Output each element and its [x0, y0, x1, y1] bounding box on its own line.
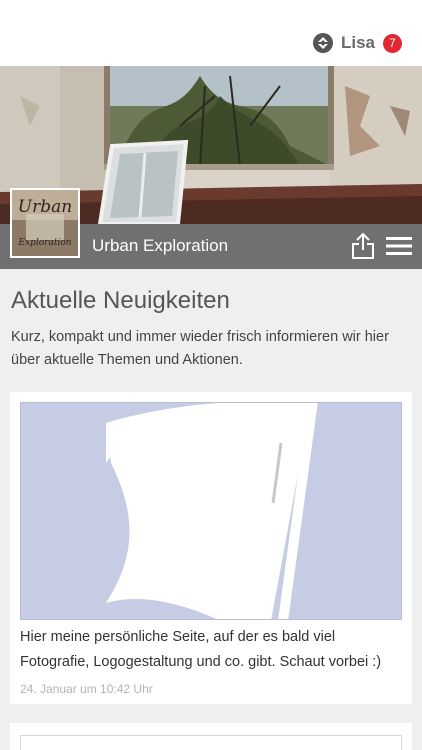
post-image[interactable]: [20, 735, 402, 750]
logo-text-urban: Urban: [18, 197, 72, 217]
app-logo-icon: [312, 33, 333, 53]
section-heading: Aktuelle Neuigkeiten: [11, 287, 230, 314]
app-logo: Urban Exploration: [10, 188, 80, 258]
user-name[interactable]: Lisa: [341, 33, 375, 53]
notification-badge[interactable]: 7: [383, 33, 402, 53]
news-post-card[interactable]: [10, 723, 412, 750]
logo-text-exploration: Exploration: [17, 238, 71, 248]
news-post-card[interactable]: Hier meine persönliche Seite, auf der es…: [10, 392, 412, 704]
post-text: Hier meine persönliche Seite, auf der es…: [20, 629, 382, 670]
hamburger-menu-icon[interactable]: [386, 236, 412, 256]
flag-placeholder-icon: [21, 403, 401, 619]
top-bar: Lisa 7: [0, 0, 422, 66]
user-account[interactable]: Lisa 7: [312, 31, 402, 55]
share-icon[interactable]: [351, 232, 375, 260]
section-intro: Kurz, kompakt und immer wieder frisch in…: [11, 329, 389, 368]
post-date: 24. Januar um 10:42 Uhr: [20, 682, 153, 696]
post-image[interactable]: [20, 402, 402, 620]
app-title: Urban Exploration: [92, 236, 229, 255]
